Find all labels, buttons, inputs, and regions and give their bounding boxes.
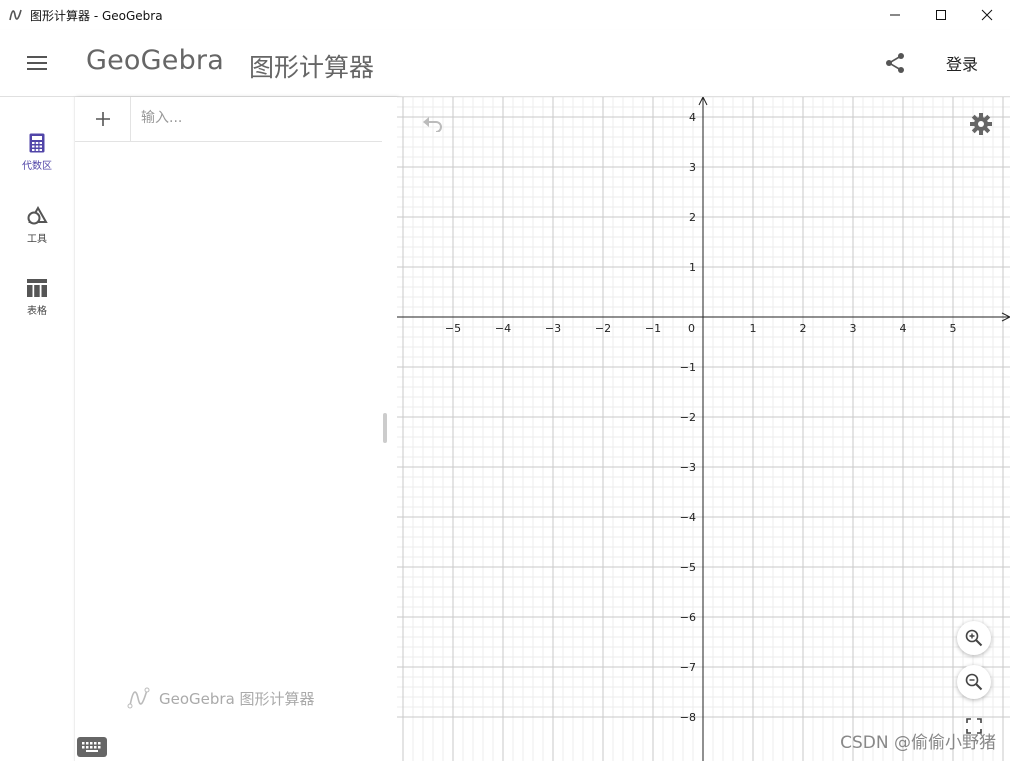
x-tick-label: −3 — [545, 322, 561, 335]
algebra-input-row — [75, 97, 382, 142]
x-tick-label: 1 — [750, 322, 757, 335]
keyboard-icon — [82, 742, 101, 752]
share-icon — [886, 53, 904, 73]
y-tick-label: −4 — [680, 511, 696, 524]
virtual-keyboard-button[interactable] — [77, 737, 107, 757]
maximize-icon — [936, 10, 946, 20]
x-tick-label: 5 — [950, 322, 957, 335]
undo-button[interactable] — [419, 111, 447, 137]
y-tick-label: −1 — [680, 361, 696, 374]
graphics-settings-button[interactable] — [966, 109, 996, 139]
y-tick-label: −7 — [680, 661, 696, 674]
add-item-button[interactable] — [89, 105, 117, 133]
geogebra-logo-icon — [127, 687, 150, 709]
x-tick-label: −4 — [495, 322, 511, 335]
algebra-panel: GeoGebra 图形计算器 — [74, 97, 397, 761]
x-tick-label: −5 — [445, 322, 461, 335]
y-tick-label: −5 — [680, 561, 696, 574]
x-tick-label: 4 — [900, 322, 907, 335]
plus-icon — [96, 112, 110, 126]
share-button[interactable] — [880, 48, 910, 78]
minimize-button[interactable] — [872, 0, 918, 30]
algebra-watermark: GeoGebra 图形计算器 — [127, 687, 315, 709]
table-icon — [27, 279, 47, 297]
panel-resize-handle[interactable] — [383, 413, 387, 443]
app-name: 图形计算器 — [249, 53, 375, 82]
csdn-watermark: CSDN @偷偷小野猪 — [840, 733, 996, 753]
y-axis-labels: 4 3 2 1 −1 −2 −3 −4 −5 −6 −7 −8 — [680, 111, 696, 724]
zoom-in-icon — [965, 629, 983, 647]
calculator-icon — [29, 133, 45, 153]
origin-label: 0 — [688, 322, 695, 335]
rail-item-algebra[interactable]: 代数区 — [0, 133, 74, 189]
rail-item-label: 表格 — [27, 306, 47, 317]
rail-item-tools[interactable]: 工具 — [0, 206, 74, 262]
x-tick-label: 3 — [850, 322, 857, 335]
zoom-out-button[interactable] — [957, 665, 991, 699]
y-tick-label: 3 — [689, 161, 696, 174]
rail-item-label: 代数区 — [22, 161, 52, 172]
hamburger-icon — [27, 56, 47, 70]
gear-icon — [970, 113, 992, 135]
x-axis-labels: −5 −4 −3 −2 −1 0 1 2 3 4 5 — [445, 322, 957, 335]
geogebra-app-icon — [9, 9, 22, 21]
coordinate-grid[interactable]: −5 −4 −3 −2 −1 0 1 2 3 4 5 4 3 2 1 −1 −2 −3 −4 −5 −6 −7 −8 — [397, 97, 1010, 761]
y-tick-label: −8 — [680, 711, 696, 724]
y-tick-label: −3 — [680, 461, 696, 474]
divider — [130, 97, 131, 141]
x-tick-label: −1 — [645, 322, 661, 335]
x-tick-label: −2 — [595, 322, 611, 335]
side-rail: 代数区 工具 表格 — [0, 97, 74, 761]
login-button[interactable]: 登录 — [938, 50, 986, 76]
y-tick-label: −6 — [680, 611, 696, 624]
x-tick-label: 2 — [800, 322, 807, 335]
y-tick-label: −2 — [680, 411, 696, 424]
y-tick-label: 2 — [689, 211, 696, 224]
zoom-in-button[interactable] — [957, 621, 991, 655]
close-icon — [981, 9, 993, 21]
rail-item-table[interactable]: 表格 — [0, 278, 74, 334]
window-title: 图形计算器 - GeoGebra — [30, 9, 163, 23]
graphics-view[interactable]: −5 −4 −3 −2 −1 0 1 2 3 4 5 4 3 2 1 −1 −2 −3 −4 −5 −6 −7 −8 — [397, 97, 1010, 761]
y-tick-label: 4 — [689, 111, 696, 124]
zoom-out-icon — [965, 673, 983, 691]
maximize-button[interactable] — [918, 0, 964, 30]
algebra-input[interactable] — [137, 106, 375, 130]
close-button[interactable] — [964, 0, 1010, 30]
app-header: GeoGebra 图形计算器 登录 — [0, 30, 1010, 97]
minimize-icon — [890, 14, 900, 16]
geogebra-logo[interactable]: GeoGebra — [86, 45, 224, 76]
algebra-watermark-text: GeoGebra 图形计算器 — [159, 689, 315, 708]
main-menu-button[interactable] — [22, 50, 52, 76]
tools-shapes-icon — [27, 206, 48, 225]
undo-icon — [423, 117, 442, 132]
window-title-bar: 图形计算器 - GeoGebra — [0, 0, 1010, 30]
rail-item-label: 工具 — [27, 234, 47, 245]
y-tick-label: 1 — [689, 261, 696, 274]
